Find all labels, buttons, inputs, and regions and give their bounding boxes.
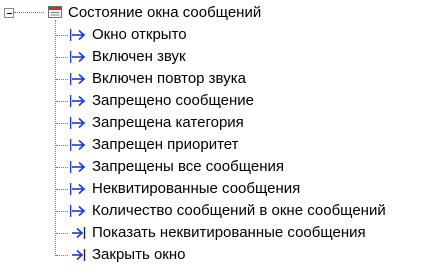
tree-root-label: Состояние окна сообщений <box>68 4 262 21</box>
arrow-in-icon <box>70 117 86 129</box>
arrow-out-icon <box>72 227 86 239</box>
tree-connector <box>56 167 68 168</box>
arrow-in-icon <box>70 95 86 107</box>
tree-connector <box>56 101 68 102</box>
arrow-in-icon <box>70 183 86 195</box>
tree-connector <box>56 57 68 58</box>
arrow-in-icon <box>70 51 86 63</box>
tree-item[interactable]: Запрещены все сообщения <box>0 156 432 178</box>
tree-connector <box>56 233 68 234</box>
tree-item-label: Запрещен приоритет <box>92 136 239 153</box>
tree-item[interactable]: Запрещена категория <box>0 112 432 134</box>
tree-item[interactable]: Неквитированные сообщения <box>0 178 432 200</box>
tree-connector <box>56 123 68 124</box>
tree-connector <box>56 79 68 80</box>
arrow-in-icon <box>70 205 86 217</box>
collapse-toggle[interactable] <box>4 8 14 18</box>
tree-item-label: Включен повтор звука <box>92 70 246 87</box>
tree-item-label: Включен звук <box>92 48 186 65</box>
tree-item-label: Неквитированные сообщения <box>92 180 301 197</box>
tree-connector <box>56 35 68 36</box>
tree-item-label: Количество сообщений в окне сообщений <box>92 202 386 219</box>
arrow-in-icon <box>70 73 86 85</box>
tree-connector <box>56 189 68 190</box>
tree-item-label: Запрещены все сообщения <box>92 158 285 175</box>
tree-item[interactable]: Запрещен приоритет <box>0 134 432 156</box>
tree-item-label: Запрещено сообщение <box>92 92 254 109</box>
tree-item[interactable]: Количество сообщений в окне сообщений <box>0 200 432 222</box>
arrow-out-icon <box>72 249 86 261</box>
tree-item[interactable]: Запрещено сообщение <box>0 90 432 112</box>
tree-item[interactable]: Включен звук <box>0 46 432 68</box>
tree-connector <box>56 255 68 256</box>
tree-item[interactable]: Показать неквитированные сообщения <box>0 222 432 244</box>
tree-connector <box>56 211 68 212</box>
tree-connector <box>56 145 68 146</box>
tree-item[interactable]: Включен повтор звука <box>0 68 432 90</box>
tree-item[interactable]: Окно открыто <box>0 24 432 46</box>
tree-connector <box>14 12 44 13</box>
tree-item-label: Запрещена категория <box>92 114 244 131</box>
tree-item-label: Закрыть окно <box>92 246 186 263</box>
arrow-in-icon <box>70 29 86 41</box>
window-state-icon <box>48 6 62 18</box>
tree-item-label: Окно открыто <box>92 26 187 43</box>
arrow-in-icon <box>70 139 86 151</box>
arrow-in-icon <box>70 161 86 173</box>
tree-item-label: Показать неквитированные сообщения <box>92 224 366 241</box>
tree-view: Состояние окна сообщений Окно открыто Вк… <box>0 0 432 276</box>
tree-item[interactable]: Закрыть окно <box>0 244 432 266</box>
